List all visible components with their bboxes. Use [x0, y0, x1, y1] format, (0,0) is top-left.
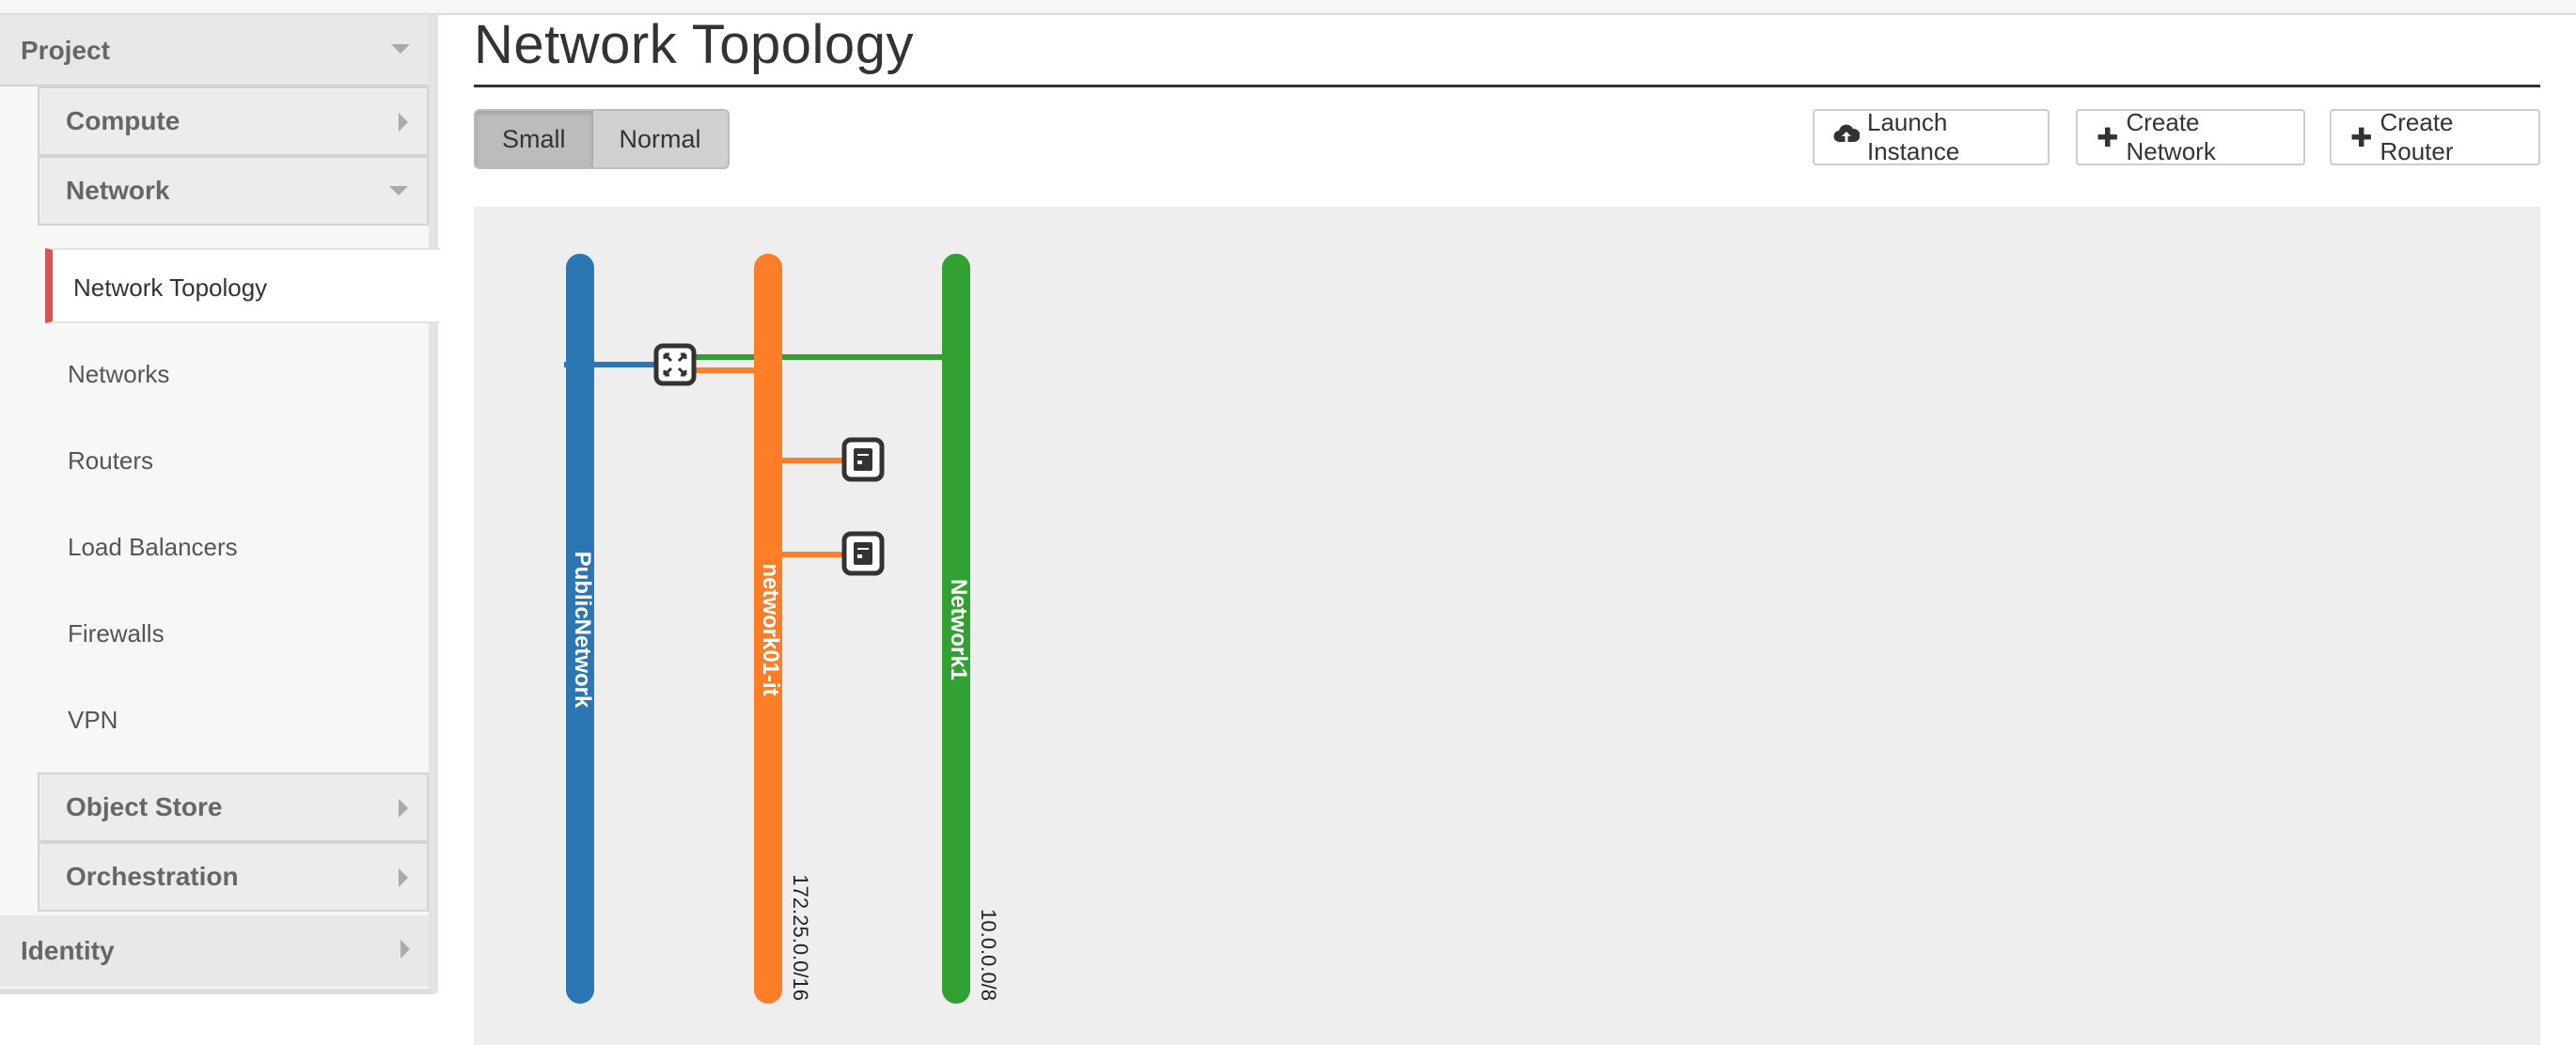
sidebar-identity-label: Identity — [21, 936, 115, 965]
create-router-label: Create Router — [2380, 108, 2454, 165]
chevron-down-icon — [389, 186, 408, 195]
title-divider — [474, 85, 2540, 87]
server-icon[interactable] — [841, 531, 885, 576]
network-cidr-label: 172.25.0.0/16 — [789, 874, 812, 1001]
launch-instance-label: Launch Instance — [1867, 108, 1960, 165]
sidebar-item-label: Routers — [68, 446, 154, 475]
chevron-right-icon — [399, 868, 408, 887]
router-icon[interactable] — [653, 343, 697, 386]
network-bar-network1[interactable]: Network1 10.0.0.0/8 — [942, 254, 1000, 1004]
cloud-upload-icon — [1833, 122, 1861, 152]
sidebar-panel-network[interactable]: Network — [38, 156, 429, 226]
network-name-label: Network1 — [946, 579, 971, 680]
network-bar-publicnetwork[interactable]: PublicNetwork — [566, 254, 595, 1004]
normal-view-button[interactable]: Normal — [592, 111, 728, 167]
launch-instance-button[interactable]: Launch Instance — [1813, 108, 2050, 165]
chevron-right-icon — [399, 799, 408, 818]
page-title: Network Topology — [474, 14, 914, 75]
small-view-button[interactable]: Small — [476, 111, 593, 167]
network-bar-network01-it[interactable]: network01-it 172.25.0.0/16 — [754, 254, 812, 1004]
chevron-right-icon — [399, 113, 408, 132]
sidebar-item-vpn[interactable]: VPN — [41, 682, 427, 757]
sidebar-item-label: VPN — [68, 706, 118, 734]
create-router-button[interactable]: ✚ Create Router — [2330, 108, 2540, 165]
sidebar-item-network-topology[interactable]: Network Topology — [45, 248, 440, 323]
chevron-right-icon — [401, 940, 410, 959]
sidebar-panel-compute[interactable]: Compute — [38, 86, 429, 156]
sidebar-item-label: Network Topology — [73, 273, 268, 302]
sidebar-panel-orchestration[interactable]: Orchestration — [38, 842, 429, 912]
sidebar-item-label: Firewalls — [68, 619, 165, 647]
create-network-button[interactable]: ✚ Create Network — [2076, 108, 2305, 165]
sidebar-panel-object-store[interactable]: Object Store — [38, 772, 429, 842]
sidebar-item-firewalls[interactable]: Firewalls — [41, 596, 427, 671]
sidebar-network-label: Network — [66, 176, 170, 205]
top-bar — [0, 0, 2576, 15]
network-name-label: PublicNetwork — [570, 552, 595, 709]
plus-icon: ✚ — [2097, 122, 2119, 152]
sidebar-dashboard-identity[interactable]: Identity — [0, 915, 429, 987]
sidebar-item-load-balancers[interactable]: Load Balancers — [41, 509, 427, 585]
topology-graph: PublicNetwork network01-it 172.25.0.0/16… — [564, 254, 1000, 1004]
network-cidr-label: 10.0.0.0/8 — [977, 909, 1000, 1001]
sidebar-item-label: Load Balancers — [68, 533, 238, 561]
sidebar-object-store-label: Object Store — [66, 792, 223, 821]
server-icon[interactable] — [841, 437, 885, 482]
chevron-down-icon — [391, 44, 410, 54]
plus-icon: ✚ — [2350, 122, 2373, 152]
sidebar-compute-label: Compute — [66, 106, 181, 135]
sidebar-dashboard-project[interactable]: Project — [0, 15, 429, 86]
view-size-toggle: Small Normal — [474, 109, 730, 169]
network-name-label: network01-it — [758, 563, 783, 695]
create-network-label: Create Network — [2126, 108, 2216, 165]
sidebar-item-routers[interactable]: Routers — [41, 423, 427, 498]
sidebar-orchestration-label: Orchestration — [66, 862, 239, 891]
sidebar-item-networks[interactable]: Networks — [41, 336, 427, 412]
sidebar: Project Compute Network Network Topology… — [0, 15, 440, 994]
sidebar-item-label: Networks — [68, 360, 170, 388]
topology-canvas: PublicNetwork network01-it 172.25.0.0/16… — [474, 207, 2540, 1045]
sidebar-project-label: Project — [21, 36, 110, 65]
